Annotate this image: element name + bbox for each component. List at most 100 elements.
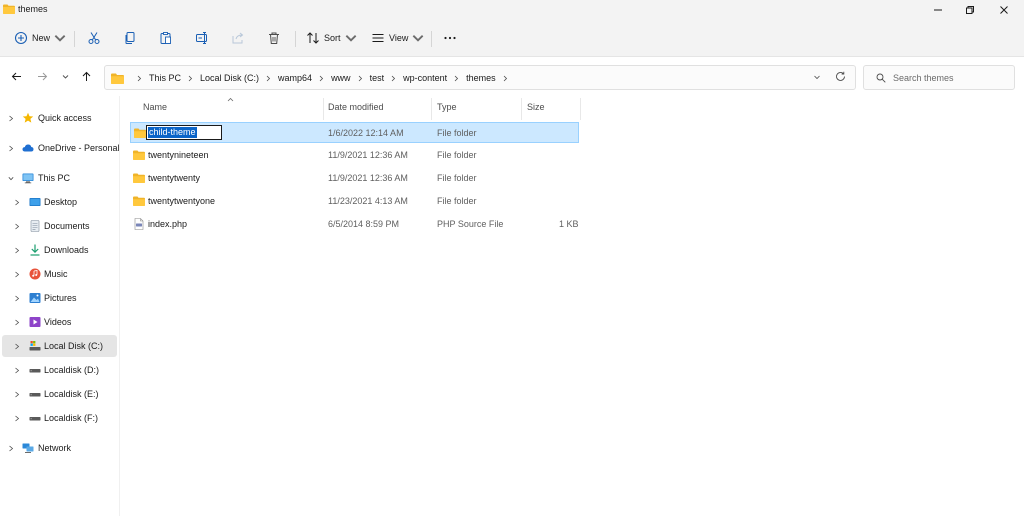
minimize-button[interactable] xyxy=(922,0,954,20)
sidebar-item-localdisk-f[interactable]: Localdisk (F:) xyxy=(0,407,118,429)
file-type: File folder xyxy=(437,196,477,206)
more-options-button[interactable] xyxy=(443,28,457,48)
file-row[interactable]: twentytwenty 11/9/2021 12:36 AM File fol… xyxy=(130,168,579,189)
column-divider[interactable] xyxy=(521,98,522,120)
chevron-down-icon[interactable] xyxy=(8,175,14,182)
file-row[interactable]: index.php 6/5/2014 8:59 PM PHP Source Fi… xyxy=(130,214,579,235)
column-header-size[interactable]: Size xyxy=(527,102,545,116)
rename-icon xyxy=(196,32,207,44)
sidebar-item-videos[interactable]: Videos xyxy=(0,311,118,333)
sidebar-item-desktop[interactable]: Desktop xyxy=(0,191,118,213)
sidebar-item-downloads[interactable]: Downloads xyxy=(0,239,118,261)
folder-icon xyxy=(133,196,145,206)
recent-locations-button[interactable] xyxy=(57,68,73,84)
window-title: themes xyxy=(18,4,48,14)
view-icon xyxy=(372,34,384,42)
sidebar-item-music[interactable]: Music xyxy=(0,263,118,285)
copy-button[interactable] xyxy=(123,28,137,48)
search-box[interactable] xyxy=(863,65,1015,90)
back-button[interactable] xyxy=(8,68,24,84)
chevron-right-icon[interactable] xyxy=(14,367,20,374)
chevron-right-icon[interactable] xyxy=(8,115,14,122)
chevron-down-icon[interactable] xyxy=(813,73,821,81)
search-input[interactable] xyxy=(893,71,1011,85)
navigation-pane: Quick access OneDrive - Personal This PC… xyxy=(0,96,120,516)
file-row[interactable]: child-theme 1/6/2022 12:14 AM File folde… xyxy=(130,122,579,143)
sidebar-item-onedrive[interactable]: OneDrive - Personal xyxy=(0,137,120,159)
file-date: 11/9/2021 12:36 AM xyxy=(328,173,408,183)
breadcrumb: This PC Local Disk (C:) wamp64 www test … xyxy=(111,71,515,85)
up-button[interactable] xyxy=(78,68,94,84)
sidebar-item-localdisk-e[interactable]: Localdisk (E:) xyxy=(0,383,118,405)
sidebar-item-localdisk-d[interactable]: Localdisk (D:) xyxy=(0,359,118,381)
desktop-icon xyxy=(29,198,41,206)
sidebar-item-label: Localdisk (D:) xyxy=(44,365,100,375)
new-button[interactable]: New xyxy=(14,28,67,48)
chevron-right-icon[interactable] xyxy=(14,271,20,278)
breadcrumb-item[interactable]: wamp64 xyxy=(278,73,312,83)
chevron-right-icon[interactable] xyxy=(14,247,20,254)
close-button[interactable] xyxy=(988,0,1020,20)
chevron-right-icon[interactable] xyxy=(14,295,20,302)
cloud-icon xyxy=(22,144,34,152)
sidebar-item-network[interactable]: Network xyxy=(0,437,118,459)
sidebar-item-label: Localdisk (F:) xyxy=(44,413,99,423)
sort-button[interactable]: Sort xyxy=(306,28,358,48)
sidebar-item-quick-access[interactable]: Quick access xyxy=(0,107,118,129)
file-row[interactable]: twentynineteen 11/9/2021 12:36 AM File f… xyxy=(130,145,579,166)
chevron-right-icon[interactable] xyxy=(14,391,20,398)
restore-button[interactable] xyxy=(954,0,986,20)
chevron-right-icon[interactable] xyxy=(14,199,20,206)
file-row[interactable]: twentytwentyone 11/23/2021 4:13 AM File … xyxy=(130,191,579,212)
breadcrumb-item[interactable]: www xyxy=(331,73,351,83)
sidebar-item-label: Localdisk (E:) xyxy=(44,389,99,399)
paste-button[interactable] xyxy=(159,28,173,48)
column-divider[interactable] xyxy=(580,98,581,120)
address-bar[interactable]: This PC Local Disk (C:) wamp64 www test … xyxy=(104,65,856,90)
sidebar-item-label: This PC xyxy=(38,173,71,183)
chevron-right-icon[interactable] xyxy=(14,319,20,326)
breadcrumb-item[interactable]: wp-content xyxy=(403,73,447,83)
chevron-right-icon[interactable] xyxy=(8,445,14,452)
drive-icon xyxy=(29,417,41,421)
paste-icon xyxy=(160,32,171,44)
column-header-type[interactable]: Type xyxy=(437,102,457,116)
forward-button[interactable] xyxy=(34,68,50,84)
file-type: PHP Source File xyxy=(437,219,504,229)
file-type: File folder xyxy=(437,150,477,160)
breadcrumb-item[interactable]: themes xyxy=(466,73,496,83)
breadcrumb-item[interactable]: test xyxy=(370,73,385,83)
drive-icon xyxy=(29,341,41,351)
chevron-right-icon xyxy=(358,75,362,81)
folder-icon xyxy=(133,150,145,160)
breadcrumb-item[interactable]: This PC xyxy=(149,73,181,83)
chevron-right-icon[interactable] xyxy=(14,343,20,350)
view-button[interactable]: View xyxy=(371,28,425,48)
share-button[interactable] xyxy=(231,28,245,48)
rename-input[interactable]: child-theme xyxy=(146,125,222,140)
documents-icon xyxy=(30,220,40,232)
column-divider[interactable] xyxy=(431,98,432,120)
chevron-down-icon xyxy=(413,35,424,42)
search-icon xyxy=(876,73,886,83)
sidebar-item-pictures[interactable]: Pictures xyxy=(0,287,118,309)
arrow-left-icon xyxy=(11,72,21,80)
column-divider[interactable] xyxy=(323,98,324,120)
refresh-icon[interactable] xyxy=(835,71,846,82)
delete-button[interactable] xyxy=(267,28,281,48)
sidebar-item-label: Desktop xyxy=(44,197,78,207)
sidebar-item-this-pc[interactable]: This PC xyxy=(0,167,118,189)
breadcrumb-item[interactable]: Local Disk (C:) xyxy=(200,73,259,83)
cut-button[interactable] xyxy=(87,28,101,48)
chevron-right-icon[interactable] xyxy=(14,223,20,230)
chevron-right-icon[interactable] xyxy=(14,415,20,422)
sidebar-item-documents[interactable]: Documents xyxy=(0,215,118,237)
sidebar-item-local-disk-c[interactable]: Local Disk (C:) xyxy=(2,335,117,357)
chevron-right-icon[interactable] xyxy=(8,145,14,152)
chevron-down-icon xyxy=(62,74,68,79)
column-header-name[interactable]: Name xyxy=(143,102,167,116)
sidebar-item-label: Pictures xyxy=(44,293,77,303)
column-header-date-modified[interactable]: Date modified xyxy=(328,102,384,116)
rename-button[interactable] xyxy=(195,28,209,48)
chevron-right-icon xyxy=(391,75,396,81)
